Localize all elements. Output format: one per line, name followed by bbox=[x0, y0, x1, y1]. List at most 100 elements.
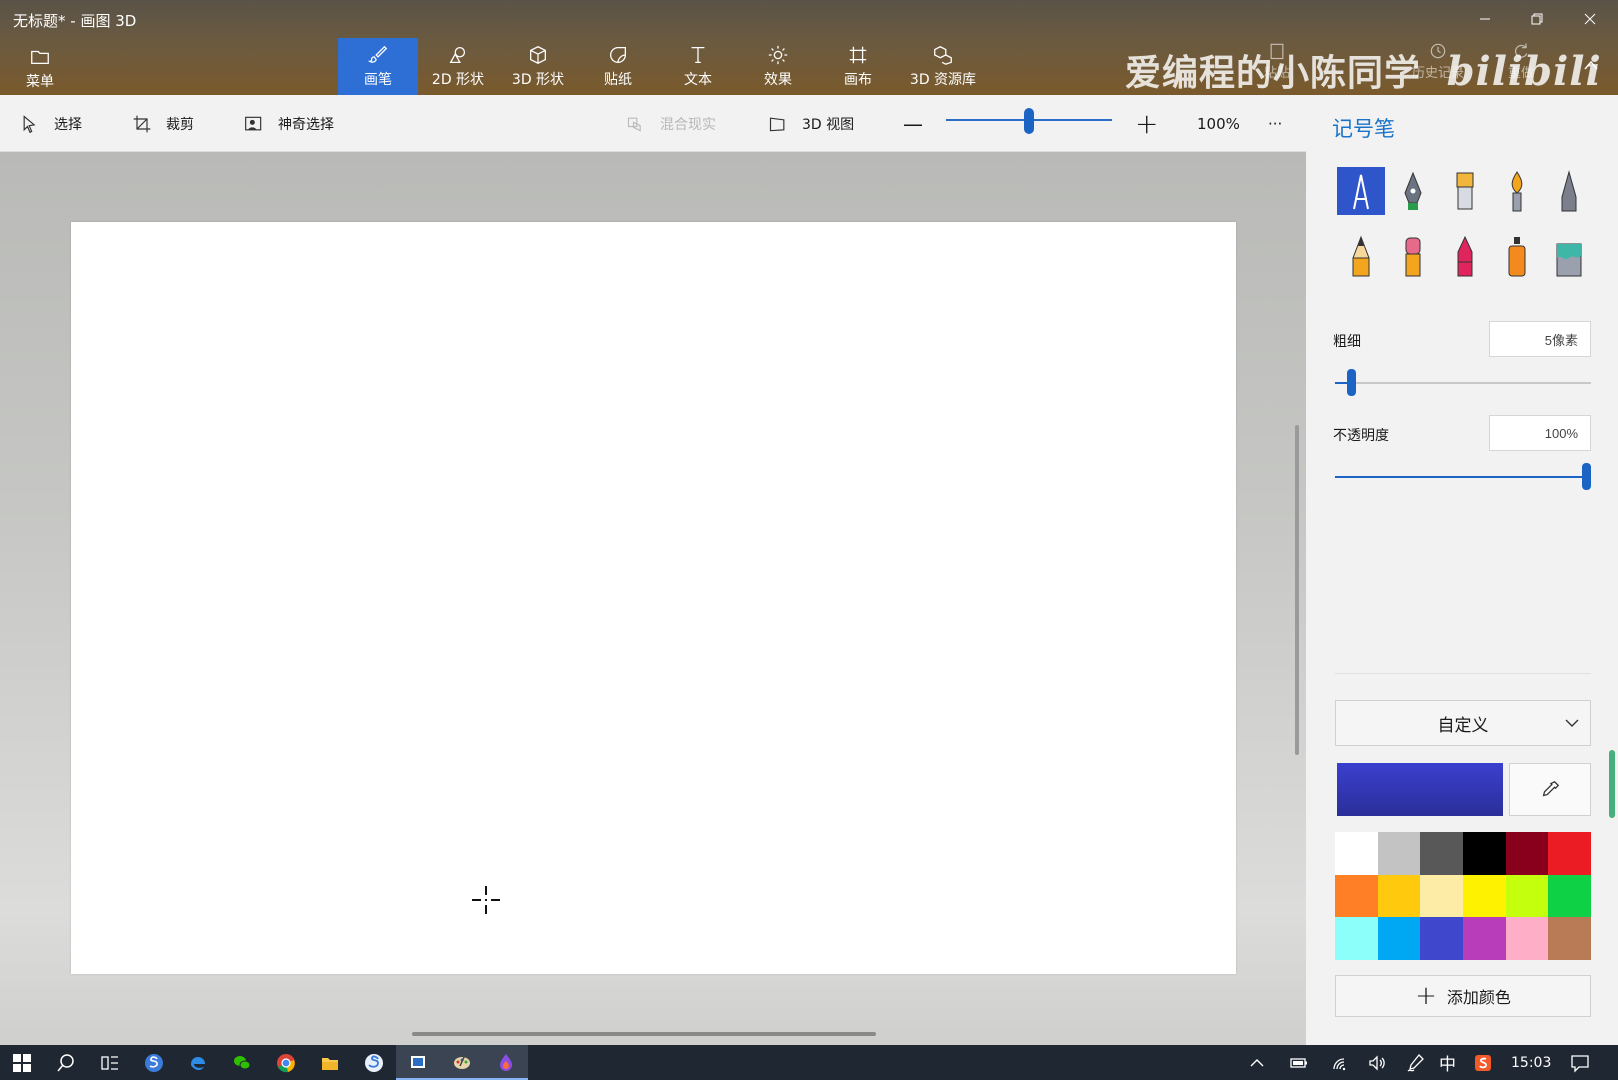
minimize-button[interactable] bbox=[1465, 6, 1505, 32]
brush-watercolor[interactable] bbox=[1493, 167, 1541, 215]
select-button[interactable]: 选择 bbox=[20, 95, 82, 152]
tab-effects[interactable]: 效果 bbox=[738, 38, 818, 95]
palette-swatch[interactable] bbox=[1420, 917, 1463, 960]
paint3d-app[interactable] bbox=[484, 1045, 528, 1080]
tab-label: 3D 资源库 bbox=[909, 72, 977, 88]
color-mode-dropdown[interactable]: 自定义 bbox=[1335, 700, 1591, 746]
battery-status[interactable] bbox=[1284, 1045, 1314, 1080]
pen-workspace-button[interactable] bbox=[1400, 1045, 1430, 1080]
app-window[interactable] bbox=[396, 1045, 440, 1080]
input-method-indicator[interactable]: 中 bbox=[1439, 1045, 1456, 1080]
brush-fill[interactable] bbox=[1545, 232, 1593, 280]
brush-crayon[interactable] bbox=[1441, 232, 1489, 280]
tab-stickers[interactable]: 贴纸 bbox=[578, 38, 658, 95]
crop-icon bbox=[133, 115, 151, 132]
opacity-input[interactable] bbox=[1489, 415, 1591, 451]
palette-swatch[interactable] bbox=[1377, 874, 1421, 918]
zoom-slider-thumb[interactable] bbox=[1024, 108, 1034, 134]
title-ribbon: 无标题* - 画图 3D 菜单 画笔 2D 形状 3D 形状 贴纸 文本 效果 … bbox=[0, 0, 1618, 95]
brush-pencil[interactable] bbox=[1337, 232, 1385, 280]
restore-button[interactable] bbox=[1517, 6, 1557, 32]
calligraphy-pen-icon bbox=[1404, 171, 1422, 210]
palette-swatch[interactable] bbox=[1335, 917, 1378, 960]
opacity-slider-thumb[interactable] bbox=[1582, 463, 1591, 490]
add-color-button[interactable]: + 添加颜色 bbox=[1335, 975, 1591, 1017]
tab-text[interactable]: 文本 bbox=[658, 38, 738, 95]
menu-button[interactable]: 菜单 bbox=[0, 40, 80, 97]
sogou-ime-button[interactable] bbox=[1468, 1045, 1498, 1080]
palette-swatch[interactable] bbox=[1335, 874, 1378, 918]
horizontal-scrollbar[interactable] bbox=[412, 1032, 876, 1036]
tab-2d-shapes[interactable]: 2D 形状 bbox=[418, 38, 498, 95]
mixed-reality-button[interactable]: 混合现实 bbox=[626, 95, 716, 152]
file-explorer-app[interactable] bbox=[308, 1045, 352, 1080]
tab-brushes[interactable]: 画笔 bbox=[338, 38, 418, 95]
text-icon bbox=[691, 47, 705, 63]
vertical-scrollbar[interactable] bbox=[1295, 425, 1299, 755]
palette-swatch[interactable] bbox=[1548, 832, 1591, 875]
task-view-icon bbox=[101, 1055, 118, 1070]
tab-3d-shapes[interactable]: 3D 形状 bbox=[498, 38, 578, 95]
brush-oil-brush[interactable] bbox=[1441, 167, 1489, 215]
close-button[interactable] bbox=[1570, 6, 1610, 32]
zoom-out-button[interactable]: — bbox=[903, 95, 923, 152]
tab-3d-library[interactable]: 3D 资源库 bbox=[898, 38, 988, 95]
brush-calligraphy-pen[interactable] bbox=[1389, 167, 1437, 215]
sogou-app[interactable] bbox=[132, 1045, 176, 1080]
crop-button[interactable]: 裁剪 bbox=[132, 95, 194, 152]
palette-swatch[interactable] bbox=[1377, 917, 1421, 960]
palette-swatch[interactable] bbox=[1548, 874, 1591, 918]
thickness-slider-track[interactable] bbox=[1335, 382, 1591, 384]
palette-swatch[interactable] bbox=[1335, 832, 1378, 875]
browser-app[interactable] bbox=[352, 1045, 396, 1080]
dropdown-label: 自定义 bbox=[1437, 715, 1489, 736]
edge-app[interactable] bbox=[176, 1045, 220, 1080]
palette-swatch[interactable] bbox=[1463, 832, 1506, 875]
current-color-swatch[interactable] bbox=[1337, 763, 1503, 816]
thickness-input[interactable] bbox=[1489, 321, 1591, 357]
volume-status[interactable] bbox=[1362, 1045, 1392, 1080]
palette-swatch[interactable] bbox=[1505, 832, 1549, 875]
palette-swatch[interactable] bbox=[1463, 917, 1506, 960]
zoom-in-button[interactable]: + bbox=[1135, 95, 1158, 152]
palette-swatch[interactable] bbox=[1505, 874, 1549, 918]
add-color-label: 添加颜色 bbox=[1446, 988, 1511, 1007]
file-explorer-icon bbox=[322, 1057, 338, 1070]
magic-select-label: 神奇选择 bbox=[278, 116, 334, 133]
brush-pixel-pen[interactable] bbox=[1545, 167, 1593, 215]
brush-spray-can[interactable] bbox=[1493, 232, 1541, 280]
palette-swatch[interactable] bbox=[1505, 917, 1549, 960]
palette-swatch[interactable] bbox=[1420, 832, 1463, 875]
crayon-icon bbox=[1457, 235, 1473, 277]
drawing-canvas[interactable] bbox=[71, 222, 1236, 974]
opacity-slider-track[interactable] bbox=[1335, 476, 1591, 478]
brush-eraser[interactable] bbox=[1389, 232, 1437, 280]
action-center-button[interactable] bbox=[1560, 1045, 1600, 1080]
more-options-button[interactable]: ··· bbox=[1268, 95, 1282, 152]
show-hidden-icons-button[interactable] bbox=[1242, 1045, 1272, 1080]
magic-select-button[interactable]: 神奇选择 bbox=[244, 95, 334, 152]
task-view-button[interactable] bbox=[88, 1045, 132, 1080]
chrome-app[interactable] bbox=[264, 1045, 308, 1080]
wechat-app[interactable] bbox=[220, 1045, 264, 1080]
paint-app[interactable] bbox=[440, 1045, 484, 1080]
collapse-ribbon-icon[interactable] bbox=[1584, 60, 1598, 70]
palette-swatch[interactable] bbox=[1463, 874, 1506, 918]
palette-swatch[interactable] bbox=[1420, 874, 1463, 918]
panel-scrollbar[interactable] bbox=[1609, 750, 1615, 818]
select-label: 选择 bbox=[54, 116, 82, 133]
network-status[interactable] bbox=[1326, 1045, 1356, 1080]
start-button[interactable] bbox=[0, 1045, 44, 1080]
palette-swatch[interactable] bbox=[1548, 917, 1591, 960]
clock[interactable]: 15:03 bbox=[1511, 1045, 1551, 1080]
taskbar-search-button[interactable] bbox=[44, 1045, 88, 1080]
palette-swatch[interactable] bbox=[1377, 832, 1421, 875]
marker-icon bbox=[1353, 174, 1369, 210]
tab-label: 贴纸 bbox=[604, 72, 632, 88]
eyedropper-button[interactable] bbox=[1509, 763, 1591, 816]
tab-canvas[interactable]: 画布 bbox=[818, 38, 898, 95]
brush-marker[interactable] bbox=[1337, 167, 1385, 215]
thickness-slider-thumb[interactable] bbox=[1347, 369, 1357, 396]
chevron-down-icon bbox=[1565, 719, 1579, 727]
view-3d-button[interactable]: 3D 视图 bbox=[768, 95, 854, 152]
